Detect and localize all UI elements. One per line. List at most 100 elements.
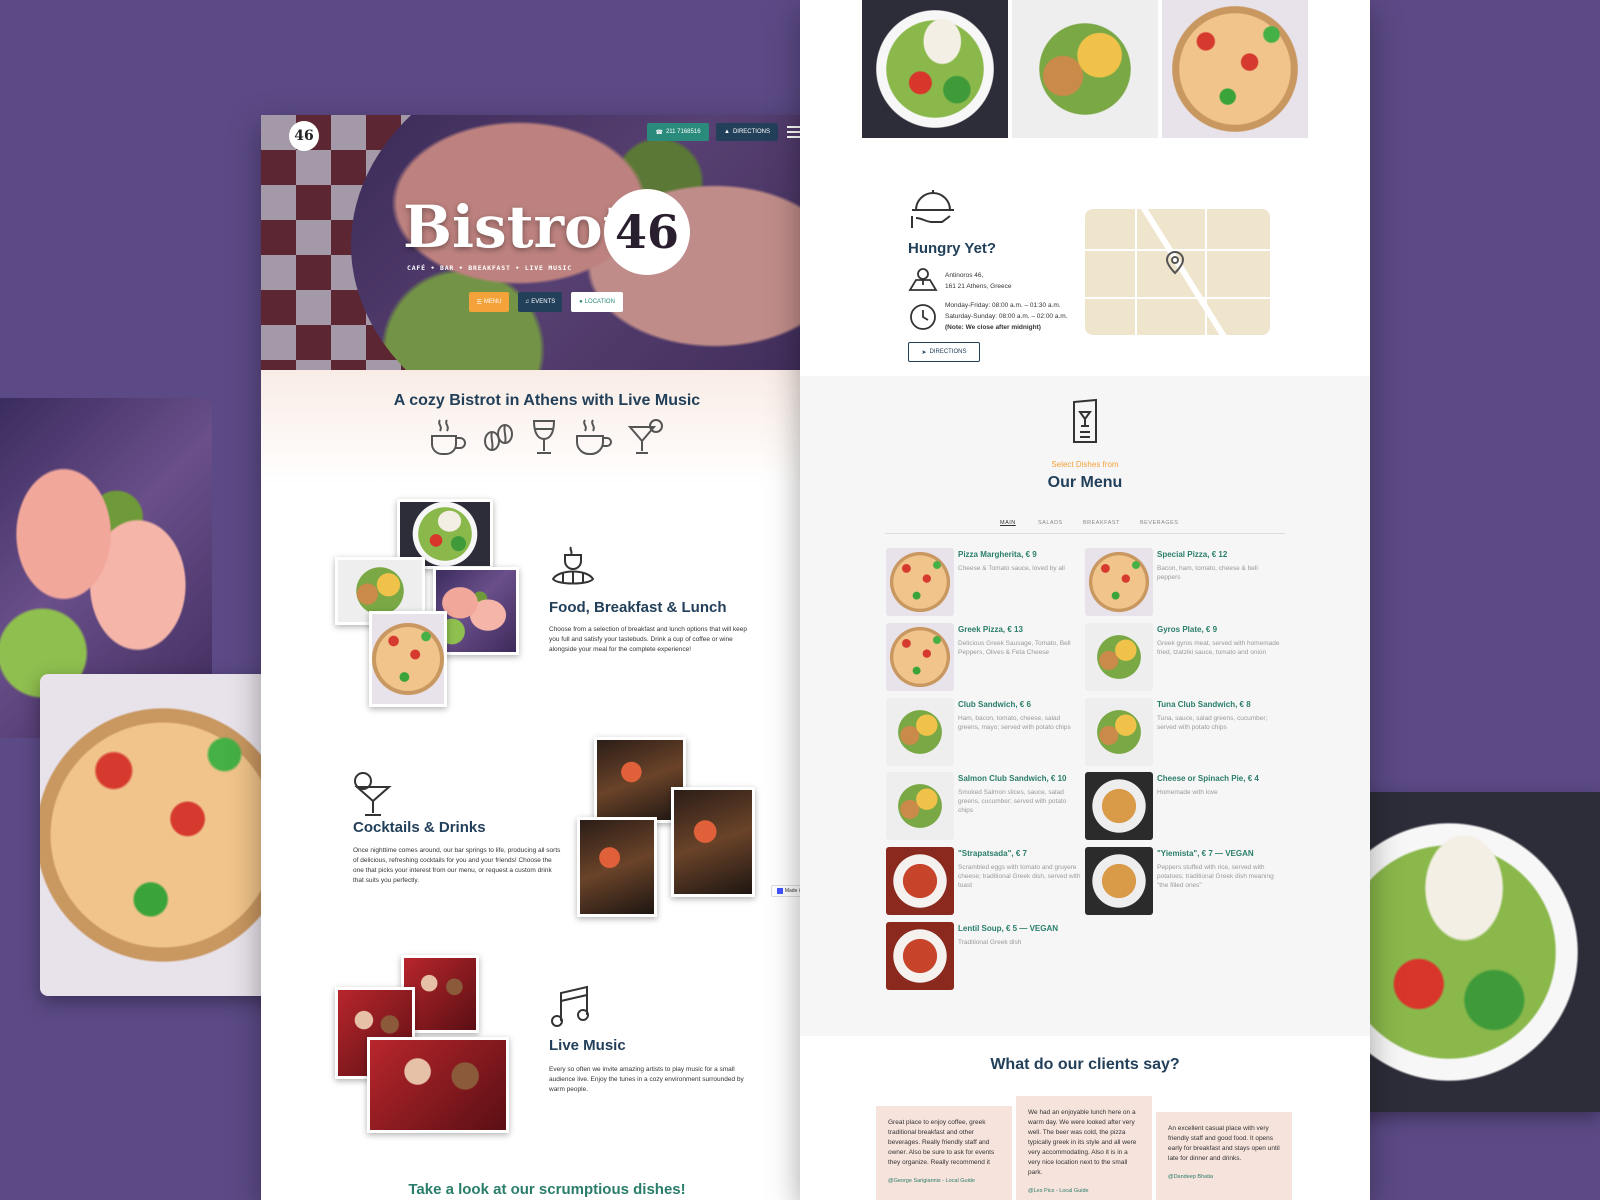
menu-item-name: Club Sandwich, € 6 [958, 700, 1031, 709]
review-card: Great place to enjoy coffee, greek tradi… [876, 1106, 1012, 1200]
croissant-coffee-icon [551, 546, 595, 585]
location-button-label: LOCATION [584, 299, 615, 305]
phone-button[interactable]: ☎ 211 7168516 [647, 123, 709, 141]
hero-section: 46 ☎ 211 7168516 ▲ DIRECTIONS Bistrot 46 C… [261, 115, 833, 370]
logo[interactable]: 46 [289, 121, 319, 151]
review-card: An excellent casual place with very frie… [1156, 1112, 1292, 1200]
review-text: Great place to enjoy coffee, greek tradi… [888, 1119, 995, 1166]
menu-item-photo [1085, 698, 1153, 766]
review-author: @Dandeep Bhatia [1168, 1174, 1214, 1180]
menu-item-photo [886, 847, 954, 915]
menu-item[interactable]: "Yiemista", € 7 — VEGAN Peppers stuffed w… [1085, 847, 1275, 915]
send-arrow-icon: ➤ [921, 349, 927, 356]
left-page: 46 ☎ 211 7168516 ▲ DIRECTIONS Bistrot 46 C… [261, 115, 833, 1200]
music-heading: Live Music [549, 1037, 626, 1054]
cocktails-text: Once nighttime comes around, our bar spr… [353, 847, 561, 884]
clock-icon [910, 304, 936, 330]
gallery-photo-2 [1012, 0, 1158, 138]
menu-item[interactable]: "Strapatsada", € 7 Scrambled eggs with to… [886, 847, 1080, 915]
hero-tagline: CAFÉ • BAR • BREAKFAST • LIVE MUSIC [407, 264, 572, 272]
review-author: @Les Pics - Local Guide [1028, 1188, 1089, 1194]
events-button[interactable]: ♫ EVENTS [518, 292, 562, 312]
menu-button-label: MENU [483, 299, 502, 305]
coffee-beans-icon [483, 424, 513, 451]
menu-item-photo [886, 623, 954, 691]
review-card: We had an enjoyable lunch here on a warm… [1016, 1096, 1152, 1200]
menu-item[interactable]: Lentil Soup, € 5 — VEGAN Traditional Gree… [886, 922, 1076, 990]
menu-item-desc: Cheese & Tomato sauce, loved by all [958, 565, 1065, 572]
pizza-photo-left [40, 674, 286, 996]
map-marker-icon [1165, 251, 1185, 275]
menu-item[interactable]: Club Sandwich, € 6 Ham, bacon, tomato, ch… [886, 698, 1076, 766]
brand-word: Bistrot [403, 193, 630, 261]
menu-item-photo [1085, 548, 1153, 616]
tabs-divider [885, 533, 1285, 534]
logo-text: 46 [294, 128, 314, 144]
menu-item-name: Lentil Soup, € 5 — VEGAN [958, 924, 1059, 933]
menu-item-desc: Ham, bacon, tomato, cheese, salad greens… [958, 715, 1071, 731]
review-text: An excellent casual place with very frie… [1168, 1125, 1280, 1162]
menu-item[interactable]: Salmon Club Sandwich, € 10 Smoked Salmon … [886, 772, 1076, 840]
address-line-1: Antinoros 46, [945, 272, 984, 279]
menu-button[interactable]: ☰ MENU [469, 292, 509, 312]
review-text: We had an enjoyable lunch here on a warm… [1028, 1109, 1137, 1176]
menu-item-name: Tuna Club Sandwich, € 8 [1157, 700, 1251, 709]
food-heading: Food, Breakfast & Lunch [549, 599, 727, 616]
music-notes-icon [551, 985, 589, 1027]
wine-glass-icon [532, 420, 556, 454]
menu-item[interactable]: Greek Pizza, € 13 Delicious Greek Sausage… [886, 623, 1076, 691]
phone-label: 211 7168516 [665, 129, 701, 135]
hours-line-1: Monday-Friday: 08:00 a.m. – 01:30 a.m. [945, 302, 1061, 309]
cocktail-icon [627, 419, 663, 454]
menu-item-desc: Delicious Greek Sausage, Tomato, Bell Pe… [958, 640, 1071, 656]
directions-button-top[interactable]: ▲ DIRECTIONS [716, 123, 778, 141]
brand-number-badge: 46 [604, 189, 690, 275]
menu-item[interactable]: Tuna Club Sandwich, € 8 Tuna, sauce, sala… [1085, 698, 1275, 766]
menu-item[interactable]: Special Pizza, € 12 Bacon, ham, tomato, c… [1085, 548, 1275, 616]
tab-main[interactable]: MAIN [1000, 520, 1016, 526]
address-line-2: 161 21 Athens, Greece [945, 283, 1012, 290]
phone-icon: ☎ [655, 129, 663, 136]
intro-icons [426, 414, 666, 460]
menu-item-photo [1085, 772, 1153, 840]
gallery-photo-1 [862, 0, 1008, 138]
review-author: @George Sarigiannis - Local Guide [888, 1178, 975, 1184]
tab-breakfast[interactable]: BREAKFAST [1083, 520, 1120, 526]
music-note-icon: ♫ [524, 299, 530, 305]
menu-item-name: "Strapatsada", € 7 [958, 849, 1027, 858]
menu-item-desc: Tuna, sauce, salad greens, cucumber; ser… [1157, 715, 1268, 731]
menu-item-desc: Homemade with love [1157, 789, 1218, 796]
menu-heading: Our Menu [1047, 474, 1123, 491]
location-map[interactable] [1085, 209, 1270, 335]
menu-item-name: Special Pizza, € 12 [1157, 550, 1228, 559]
menu-item-desc: Greek gyros meat, served with homemade f… [1157, 640, 1280, 656]
directions-label: DIRECTIONS [732, 129, 770, 135]
menu-item-photo [886, 772, 954, 840]
directions-button[interactable]: ➤ DIRECTIONS [908, 342, 980, 362]
music-photo-3 [367, 1037, 509, 1133]
cloche-icon [911, 190, 954, 228]
menu-item-desc: Scrambled eggs with tomato and gruyere c… [958, 864, 1081, 889]
hours-line-2: Saturday-Sunday: 08:00 a.m. – 02:00 a.m. [945, 313, 1068, 320]
tab-salads[interactable]: SALADS [1038, 520, 1063, 526]
menu-item[interactable]: Cheese or Spinach Pie, € 4 Homemade with … [1085, 772, 1275, 840]
menu-item-photo [886, 548, 954, 616]
menu-item-name: Pizza Margherita, € 9 [958, 550, 1037, 559]
location-button[interactable]: ● LOCATION [571, 292, 623, 312]
coffee-cup-icon [431, 419, 466, 455]
cocktails-heading: Cocktails & Drinks [353, 819, 486, 836]
menu-item-photo [1085, 623, 1153, 691]
location-pin-icon: ● [579, 299, 583, 305]
menu-item[interactable]: Pizza Margherita, € 9 Cheese & Tomato sau… [886, 548, 1076, 616]
menu-item-name: Cheese or Spinach Pie, € 4 [1157, 774, 1259, 783]
tab-beverages[interactable]: BEVERAGES [1140, 520, 1178, 526]
right-page: Hungry Yet? Antinoros 46, 161 21 Athens,… [800, 0, 1370, 1200]
intro-section: A cozy Bistrot in Athens with Live Music [261, 370, 833, 485]
menu-item-photo [886, 698, 954, 766]
menu-item-name: Gyros Plate, € 9 [1157, 625, 1218, 634]
menu-item-photo [886, 922, 954, 990]
hungry-heading: Hungry Yet? [908, 240, 997, 257]
menu-item[interactable]: Gyros Plate, € 9 Greek gyros meat, served… [1085, 623, 1279, 691]
menu-item-photo [1085, 847, 1153, 915]
cocktail-photo-3 [671, 787, 755, 897]
